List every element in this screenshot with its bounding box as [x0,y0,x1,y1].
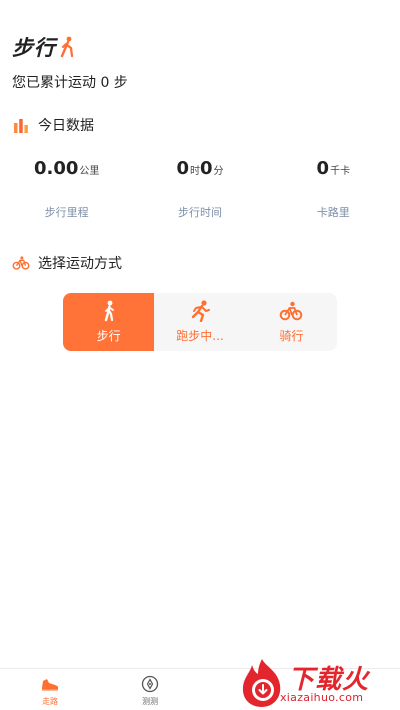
walking-icon [97,300,121,322]
mode-cycling[interactable]: 骑行 [246,293,337,351]
watermark: 下载火 xiazaihuo.com [236,657,400,710]
calories-unit: 千卡 [330,166,351,177]
cycling-icon [279,300,303,322]
total-steps-text: 您已累计运动 0 步 [12,75,128,91]
page-title-text: 步行 [12,36,56,60]
time-label: 步行时间 [177,206,222,219]
shoe-icon [40,675,60,693]
mode-running[interactable]: 跑步中... [154,293,245,351]
distance-unit: 公里 [79,166,100,177]
mode-cycling-label: 骑行 [279,329,304,343]
today-data-title: 今日数据 [38,118,94,134]
page-title: 步行 [12,32,75,62]
bicycle-icon [12,254,30,272]
stat-time: 0 时 0 分 步行时间 [133,158,266,220]
walking-person-icon [60,36,74,58]
mode-select-heading: 选择运动方式 [12,253,122,273]
mode-running-label: 跑步中... [176,329,224,343]
time-minutes-value: 0 [199,158,213,179]
mode-walking[interactable]: 步行 [63,293,155,351]
calories-value: 0 [316,158,330,179]
calories-label: 卡路里 [316,206,350,219]
time-minutes-unit: 分 [213,166,224,177]
tab-test-label: 测测 [142,697,158,706]
watermark-url: xiazaihuo.com [280,691,364,704]
tab-test[interactable]: 测测 [128,675,172,707]
running-icon [188,300,212,322]
tab-walk[interactable]: 走路 [28,675,72,707]
bar-chart-icon [12,116,30,134]
today-stats: 0.00 公里 步行里程 0 时 0 分 步行时间 0 千卡 卡路里 [0,158,400,220]
mode-selector: 步行 跑步中... 骑行 [63,293,337,351]
distance-value: 0.00 [33,158,79,179]
tab-walk-label: 走路 [42,697,58,706]
time-hours-value: 0 [176,158,189,179]
mode-walking-label: 步行 [96,329,121,343]
compass-icon [140,675,160,693]
today-data-heading: 今日数据 [12,115,94,135]
time-hours-unit: 时 [189,166,200,177]
stat-distance: 0.00 公里 步行里程 [0,158,133,220]
mode-select-title: 选择运动方式 [38,256,122,272]
distance-label: 步行里程 [44,206,89,219]
stat-calories: 0 千卡 卡路里 [267,158,400,220]
